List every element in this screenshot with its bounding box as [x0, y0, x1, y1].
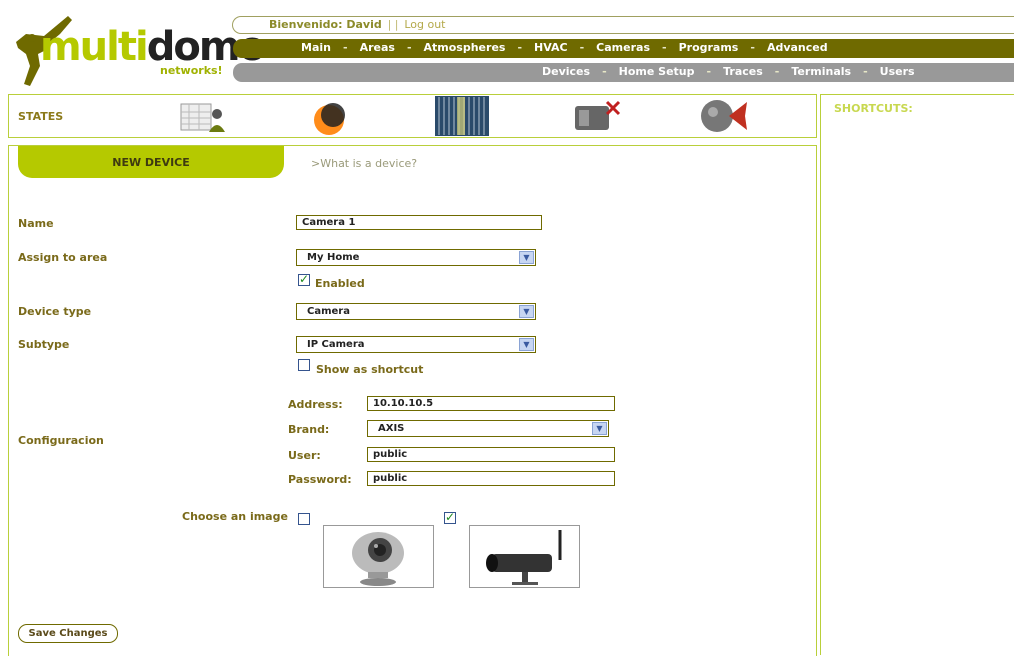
welcome-bar: Bienvenido: David | | Log out — [232, 16, 1014, 34]
main-nav: Main - Areas - Atmospheres - HVAC - Cameras - Prog… — [233, 39, 1014, 58]
multidomo-logo[interactable]: multidomo networks! — [8, 8, 266, 88]
camera-alarm-icon[interactable] — [569, 98, 625, 134]
image-option-webcam-checkbox[interactable] — [298, 513, 310, 525]
area-select-value: My Home — [307, 252, 360, 263]
states-title: STATES — [18, 110, 64, 123]
enabled-label: Enabled — [315, 277, 365, 290]
nav-cameras[interactable]: Cameras — [596, 41, 650, 54]
sun-eclipse-icon[interactable] — [307, 98, 357, 136]
brand-label: Brand: — [288, 423, 330, 436]
welcome-text: Bienvenido: David — [269, 18, 382, 31]
area-select[interactable]: My Home ▼ — [296, 249, 536, 266]
show-shortcut-checkbox[interactable] — [298, 359, 310, 371]
subnav-traces[interactable]: Traces — [723, 65, 763, 78]
device-type-label: Device type — [18, 305, 92, 318]
enabled-checkbox[interactable]: ✓ — [298, 272, 310, 286]
check-icon: ✓ — [445, 510, 456, 524]
subtype-select[interactable]: IP Camera ▼ — [296, 336, 536, 353]
device-type-value: Camera — [307, 306, 350, 317]
webcam-icon — [352, 532, 404, 586]
what-is-device-link[interactable]: >What is a device? — [311, 157, 417, 170]
calendar-person-icon[interactable] — [177, 98, 233, 134]
chevron-down-icon[interactable]: ▼ — [592, 422, 607, 435]
ip-camera-image[interactable] — [469, 525, 580, 588]
brand-value: AXIS — [378, 423, 405, 434]
blinds-icon[interactable] — [433, 95, 491, 137]
speaker-sphere-icon[interactable] — [699, 96, 757, 136]
separator: | | — [387, 18, 399, 31]
subnav-users[interactable]: Users — [880, 65, 915, 78]
ip-camera-icon — [486, 530, 562, 585]
device-type-select[interactable]: Camera ▼ — [296, 303, 536, 320]
address-input[interactable]: 10.10.10.5 — [367, 396, 615, 411]
address-label: Address: — [288, 398, 343, 411]
chevron-down-icon[interactable]: ▼ — [519, 251, 534, 264]
password-label: Password: — [288, 473, 352, 486]
webcam-image[interactable] — [323, 525, 434, 588]
user-input[interactable]: public — [367, 447, 615, 462]
brand-select[interactable]: AXIS ▼ — [367, 420, 609, 437]
chevron-down-icon[interactable]: ▼ — [519, 305, 534, 318]
states-panel: STATES — [8, 94, 817, 138]
chevron-down-icon[interactable]: ▼ — [519, 338, 534, 351]
nav-main[interactable]: Main — [301, 41, 331, 54]
show-shortcut-label: Show as shortcut — [316, 363, 424, 376]
nav-hvac[interactable]: HVAC — [534, 41, 568, 54]
password-input[interactable]: public — [367, 471, 615, 486]
name-label: Name — [18, 217, 54, 230]
subnav-devices[interactable]: Devices — [542, 65, 590, 78]
nav-advanced[interactable]: Advanced — [767, 41, 828, 54]
image-option-ipcam-checkbox[interactable]: ✓ — [444, 510, 456, 524]
logo-multi: multi — [40, 24, 149, 70]
nav-programs[interactable]: Programs — [679, 41, 739, 54]
sub-nav: Devices - Home Setup - Traces - Terminals - User… — [233, 63, 1014, 82]
nav-areas[interactable]: Areas — [360, 41, 395, 54]
subtype-label: Subtype — [18, 338, 70, 351]
name-input[interactable]: Camera 1 — [296, 215, 542, 230]
check-icon: ✓ — [299, 272, 310, 286]
tab-new-device-label: NEW DEVICE — [112, 156, 190, 169]
tab-new-device[interactable]: NEW DEVICE — [18, 146, 284, 178]
logout-link[interactable]: Log out — [404, 18, 445, 31]
subtype-value: IP Camera — [307, 339, 365, 350]
user-label: User: — [288, 449, 321, 462]
config-label: Configuracion — [18, 434, 104, 447]
nav-atmospheres[interactable]: Atmospheres — [424, 41, 506, 54]
choose-image-label: Choose an image — [182, 510, 288, 523]
shortcuts-panel: SHORTCUTS: — [820, 94, 1014, 655]
subnav-home-setup[interactable]: Home Setup — [619, 65, 695, 78]
shortcuts-title: SHORTCUTS: — [834, 102, 913, 115]
logo-sub: networks! — [160, 64, 223, 77]
area-label: Assign to area — [18, 251, 108, 264]
subnav-terminals[interactable]: Terminals — [791, 65, 851, 78]
save-changes-button[interactable]: Save Changes — [18, 624, 118, 643]
